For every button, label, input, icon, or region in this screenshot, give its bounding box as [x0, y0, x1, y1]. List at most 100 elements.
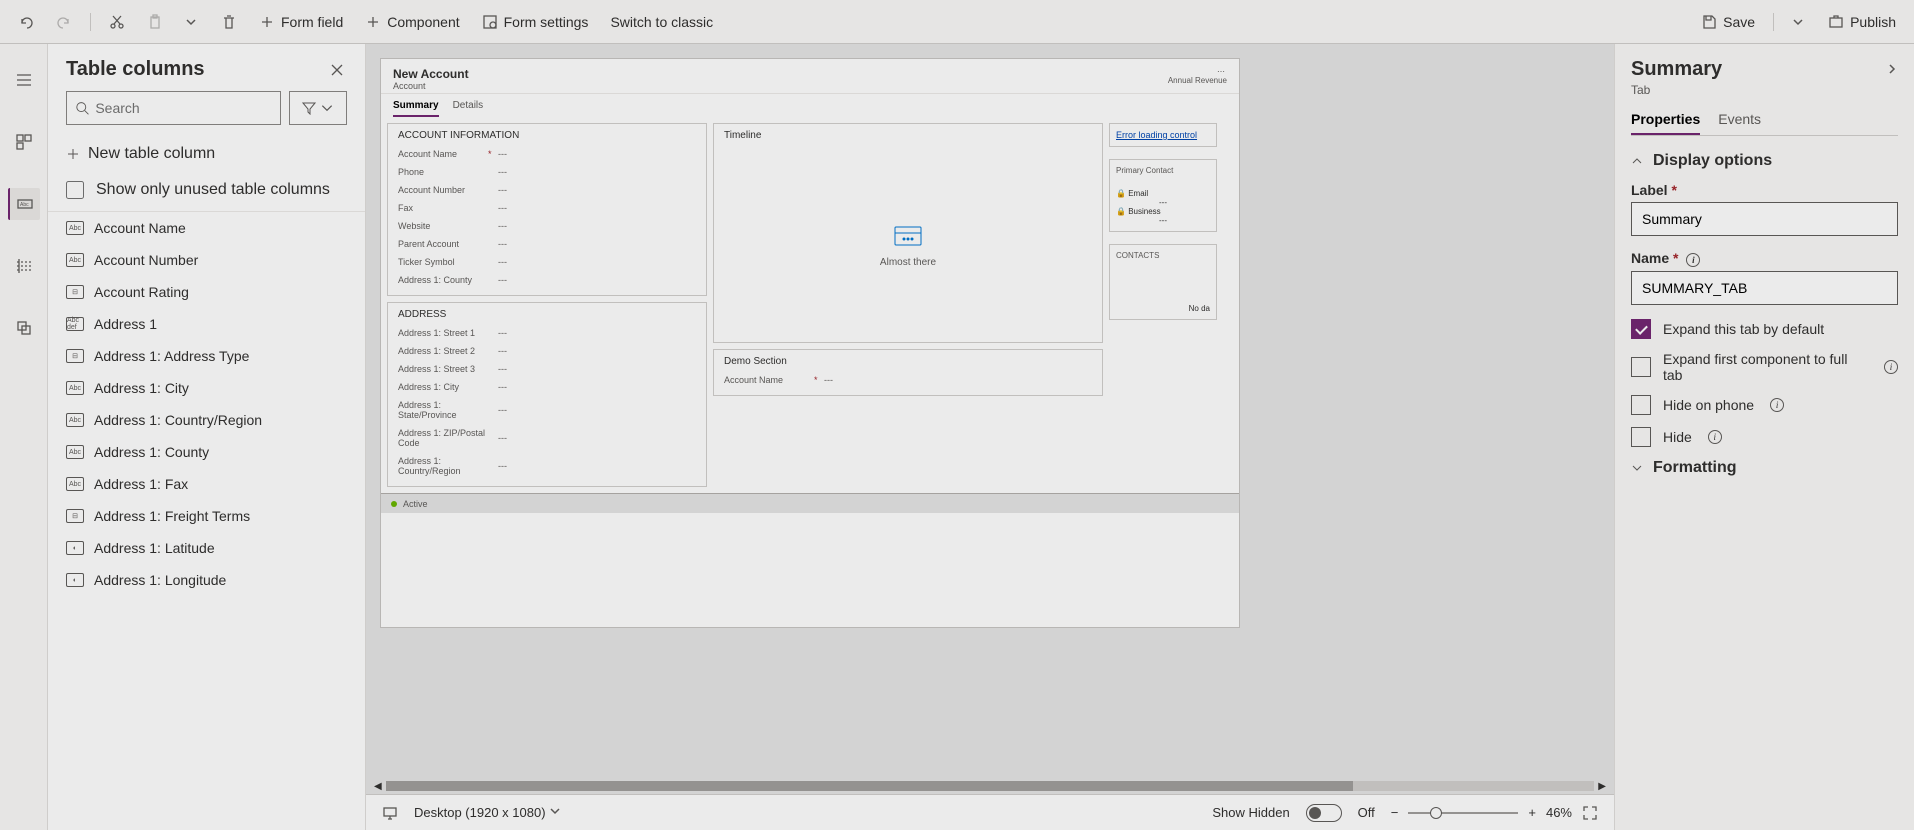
- form-field-row[interactable]: Address 1: County---: [398, 271, 696, 289]
- save-button[interactable]: Save: [1693, 10, 1763, 34]
- column-item[interactable]: AbcAddress 1: County: [48, 436, 365, 468]
- column-label: Address 1: Freight Terms: [94, 508, 250, 524]
- show-hidden-toggle[interactable]: [1306, 804, 1342, 822]
- section-address[interactable]: ADDRESS Address 1: Street 1---Address 1:…: [387, 302, 707, 487]
- section-timeline[interactable]: Timeline Almost there: [713, 123, 1103, 343]
- column-type-icon: Abc: [66, 477, 84, 491]
- properties-panel: Summary Tab PropertiesEvents Display opt…: [1614, 44, 1914, 830]
- rail-layers[interactable]: [8, 312, 40, 344]
- form-field-row[interactable]: Website---: [398, 217, 696, 235]
- column-item[interactable]: ⊟Address 1: Freight Terms: [48, 500, 365, 532]
- rail-hamburger[interactable]: [8, 64, 40, 96]
- formatting-header[interactable]: Formatting: [1631, 459, 1898, 477]
- side-error[interactable]: Error loading control: [1109, 123, 1217, 147]
- new-table-column-button[interactable]: New table column: [48, 135, 365, 173]
- expand-panel-button[interactable]: [1886, 62, 1898, 78]
- save-icon: [1701, 14, 1717, 30]
- switch-to-classic-button[interactable]: Switch to classic: [602, 10, 721, 34]
- form-tab[interactable]: Summary: [393, 100, 439, 117]
- form-canvas[interactable]: New Account Account ⋯ Annual Revenue Sum…: [380, 58, 1240, 628]
- column-label: Address 1: Fax: [94, 476, 188, 492]
- rail-components[interactable]: [8, 126, 40, 158]
- section-demo[interactable]: Demo Section Account Name*---: [713, 349, 1103, 396]
- column-item[interactable]: AbcAddress 1: Country/Region: [48, 404, 365, 436]
- column-item[interactable]: AbcAccount Name: [48, 212, 365, 244]
- form-field-row[interactable]: Address 1: State/Province---: [398, 396, 696, 424]
- add-form-field-button[interactable]: Form field: [251, 10, 351, 34]
- column-list[interactable]: AbcAccount NameAbcAccount Number⊟Account…: [48, 211, 365, 830]
- section-account-info[interactable]: ACCOUNT INFORMATION Account Name*---Phon…: [387, 123, 707, 296]
- props-title: Summary: [1631, 58, 1722, 81]
- hide-phone-checkbox[interactable]: [1631, 395, 1651, 415]
- redo-button[interactable]: [48, 10, 80, 34]
- expand-first-checkbox[interactable]: [1631, 357, 1651, 377]
- column-item[interactable]: ⊟Account Rating: [48, 276, 365, 308]
- bottom-status-bar: Desktop (1920 x 1080) Show Hidden Off − …: [366, 794, 1614, 830]
- add-component-button[interactable]: Component: [357, 10, 467, 34]
- props-tab[interactable]: Properties: [1631, 111, 1700, 135]
- display-options-header[interactable]: Display options: [1631, 152, 1898, 170]
- form-field-row[interactable]: Account Number---: [398, 181, 696, 199]
- info-icon[interactable]: i: [1884, 360, 1898, 374]
- hide-checkbox[interactable]: [1631, 427, 1651, 447]
- column-item[interactable]: Abc Address 1: Fax: [48, 468, 365, 500]
- form-field-row[interactable]: Account Name*---: [724, 371, 1092, 389]
- canvas-horizontal-scroll[interactable]: ◀ ▶: [366, 778, 1614, 794]
- form-field-row[interactable]: Account Name*---: [398, 145, 696, 163]
- viewport-selector[interactable]: Desktop (1920 x 1080): [414, 805, 561, 820]
- rail-table-columns[interactable]: Abc: [8, 188, 40, 220]
- paste-button[interactable]: [139, 10, 171, 34]
- column-label: Address 1: County: [94, 444, 209, 460]
- column-item[interactable]: ◐Address 1: Longitude: [48, 564, 365, 596]
- paste-dropdown[interactable]: [177, 11, 207, 33]
- label-field-label: Label *: [1631, 182, 1898, 198]
- fit-screen-icon[interactable]: [1582, 805, 1598, 821]
- column-item[interactable]: AbcAccount Number: [48, 244, 365, 276]
- search-box[interactable]: [66, 91, 281, 125]
- close-panel-button[interactable]: [327, 60, 347, 80]
- form-settings-button[interactable]: Form settings: [474, 10, 597, 34]
- column-item[interactable]: Abc defAddress 1: [48, 308, 365, 340]
- form-tab[interactable]: Details: [453, 100, 484, 117]
- publish-button[interactable]: Publish: [1820, 10, 1904, 34]
- form-field-row[interactable]: Phone---: [398, 163, 696, 181]
- form-field-row[interactable]: Address 1: Country/Region---: [398, 452, 696, 480]
- form-field-row[interactable]: Fax---: [398, 199, 696, 217]
- expand-default-checkbox[interactable]: [1631, 319, 1651, 339]
- undo-button[interactable]: [10, 10, 42, 34]
- name-input[interactable]: [1631, 271, 1898, 305]
- label-input[interactable]: [1631, 202, 1898, 236]
- info-icon[interactable]: i: [1708, 430, 1722, 444]
- zoom-in-button[interactable]: +: [1528, 805, 1536, 820]
- column-item[interactable]: AbcAddress 1: City: [48, 372, 365, 404]
- plus-icon: [365, 14, 381, 30]
- cut-button[interactable]: [101, 10, 133, 34]
- chevron-down-icon: [1631, 462, 1643, 474]
- zoom-slider[interactable]: [1408, 812, 1518, 814]
- form-field-row[interactable]: Address 1: Street 3---: [398, 360, 696, 378]
- info-icon[interactable]: i: [1686, 253, 1700, 267]
- props-tab[interactable]: Events: [1718, 111, 1761, 135]
- rail-tree[interactable]: [8, 250, 40, 282]
- show-unused-checkbox[interactable]: [66, 181, 84, 199]
- save-dropdown[interactable]: [1784, 11, 1814, 33]
- column-item[interactable]: ⊟Address 1: Address Type: [48, 340, 365, 372]
- delete-button[interactable]: [213, 10, 245, 34]
- column-label: Address 1: Address Type: [94, 348, 249, 364]
- form-field-row[interactable]: Address 1: Street 2---: [398, 342, 696, 360]
- side-contacts[interactable]: CONTACTS No da: [1109, 244, 1217, 320]
- zoom-out-button[interactable]: −: [1391, 805, 1399, 820]
- info-icon[interactable]: i: [1770, 398, 1784, 412]
- search-icon: [75, 100, 89, 116]
- side-primary-contact[interactable]: Primary Contact 🔒 Email --- 🔒 Business -…: [1109, 159, 1217, 232]
- search-input[interactable]: [95, 100, 272, 116]
- form-field-row[interactable]: Ticker Symbol---: [398, 253, 696, 271]
- form-field-row[interactable]: Address 1: ZIP/Postal Code---: [398, 424, 696, 452]
- column-item[interactable]: ◐Address 1: Latitude: [48, 532, 365, 564]
- filter-button[interactable]: [289, 91, 347, 125]
- panel-title: Table columns: [66, 58, 205, 81]
- form-field-row[interactable]: Address 1: Street 1---: [398, 324, 696, 342]
- form-field-row[interactable]: Parent Account---: [398, 235, 696, 253]
- form-field-row[interactable]: Address 1: City---: [398, 378, 696, 396]
- column-label: Account Rating: [94, 284, 189, 300]
